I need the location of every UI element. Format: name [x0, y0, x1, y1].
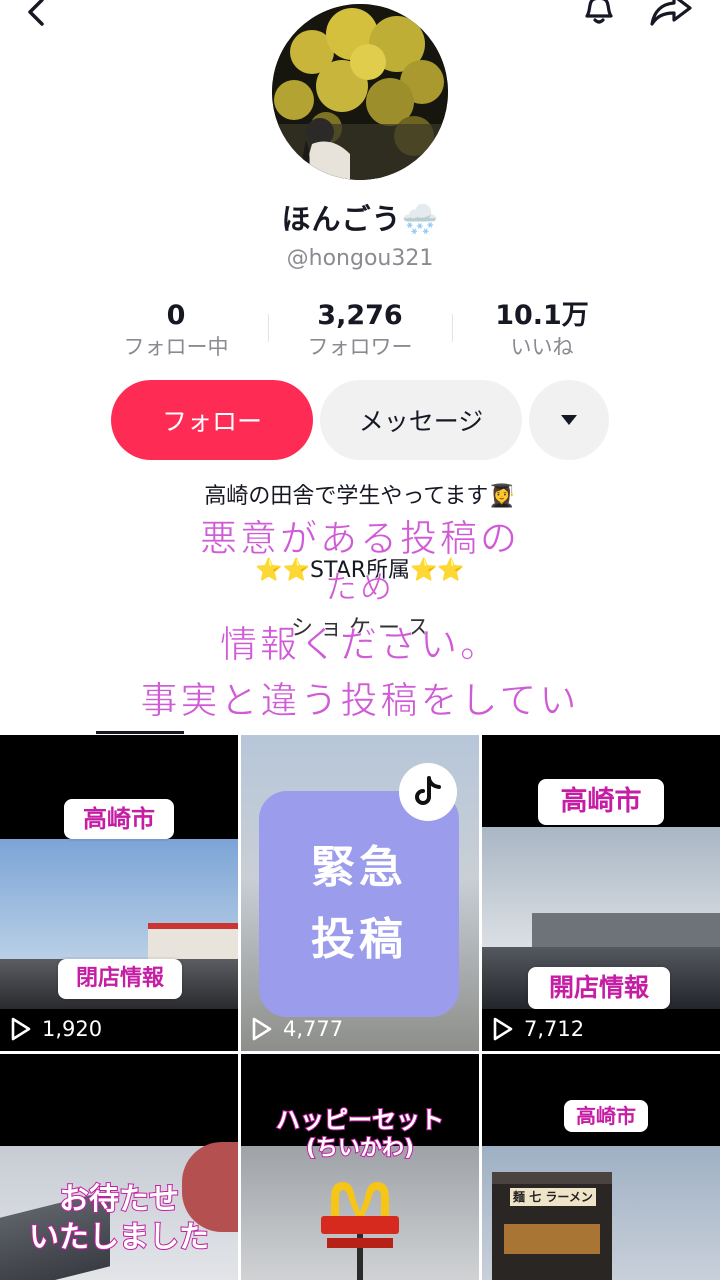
message-button[interactable]: メッセージ	[320, 380, 522, 460]
stat-following-count: 0	[166, 300, 186, 331]
video-thumbnail[interactable]: ハッピーセット (ちいかわ)	[241, 1054, 479, 1280]
play-icon	[252, 1017, 272, 1041]
view-count-text: 4,777	[283, 1017, 344, 1041]
videos-tab-indicator	[96, 731, 184, 734]
avatar[interactable]	[272, 4, 448, 180]
store-sign: 麺 七 ラーメン	[510, 1188, 596, 1206]
play-icon	[11, 1017, 31, 1041]
profile-photo	[272, 4, 448, 180]
stat-following[interactable]: 0 フォロー中	[86, 298, 266, 360]
video-thumbnail[interactable]: 高崎市 閉店情報 1,920	[0, 735, 238, 1051]
view-count: 7,712	[492, 1015, 584, 1043]
overlay-text-2: ため	[324, 568, 395, 607]
bell-icon[interactable]	[578, 0, 620, 30]
video-top-label: 高崎市	[538, 779, 664, 825]
display-name: ほんごう🌨️	[281, 202, 439, 236]
share-arrow-icon[interactable]	[648, 0, 694, 30]
card-line-2: 投稿	[311, 914, 407, 965]
stat-following-label: フォロー中	[123, 335, 229, 359]
view-count-text: 7,712	[524, 1017, 585, 1041]
thumbnail-building	[532, 913, 720, 949]
video-top-label: 高崎市	[64, 799, 174, 839]
stat-likes-label: いいね	[510, 335, 574, 359]
mcdonalds-sign-icon	[321, 1182, 399, 1280]
video-bottom-label: 閉店情報	[58, 959, 182, 999]
emergency-card: 緊急 投稿	[259, 791, 459, 1017]
username: @hongou321	[286, 246, 434, 271]
bio-line-1: 高崎の田舎で学生やってます👩‍🎓	[204, 484, 516, 509]
play-icon	[493, 1017, 513, 1041]
tiktok-badge	[399, 763, 457, 821]
stat-likes-count: 10.1万	[495, 300, 589, 331]
video-thumbnail[interactable]: 緊急 投稿 4,777	[241, 735, 479, 1051]
overlay-text-4: 事実と違う投稿をしてい	[140, 679, 580, 723]
view-count: 4,777	[251, 1015, 343, 1043]
stat-followers-label: フォロワー	[307, 335, 413, 359]
video-thumbnail[interactable]: 高崎市 開店情報 7,712	[482, 735, 720, 1051]
overlay-text-1: 悪意がある投稿の	[200, 517, 520, 561]
stat-divider	[268, 314, 269, 342]
view-count-text: 1,920	[42, 1017, 103, 1041]
video-thumbnail[interactable]: お待たせ いたしました	[0, 1054, 238, 1280]
overlay-text-3: 情報ください。	[220, 623, 500, 667]
video-caption-2: (ちいかわ)	[305, 1135, 415, 1162]
tiktok-logo-icon	[415, 776, 441, 805]
video-top-label: 高崎市	[564, 1100, 648, 1132]
video-caption-2: いたしました	[28, 1219, 210, 1256]
video-bottom-label: 開店情報	[528, 967, 670, 1009]
stat-followers-count: 3,276	[317, 300, 403, 331]
back-chevron-icon[interactable]	[20, 0, 56, 30]
stat-likes[interactable]: 10.1万 いいね	[452, 298, 632, 360]
caret-down-icon	[561, 415, 577, 425]
follow-button[interactable]: フォロー	[111, 380, 313, 460]
more-options-button[interactable]	[529, 380, 609, 460]
stat-followers[interactable]: 3,276 フォロワー	[270, 298, 450, 360]
video-thumbnail[interactable]: 麺 七 ラーメン 高崎市	[482, 1054, 720, 1280]
video-grid: 高崎市 閉店情報 1,920 緊急 投稿 4,777 高崎市 開店情報 7,71…	[0, 735, 720, 1280]
card-line-1: 緊急	[311, 842, 407, 893]
store-lights	[504, 1224, 600, 1254]
view-count: 1,920	[10, 1015, 102, 1043]
